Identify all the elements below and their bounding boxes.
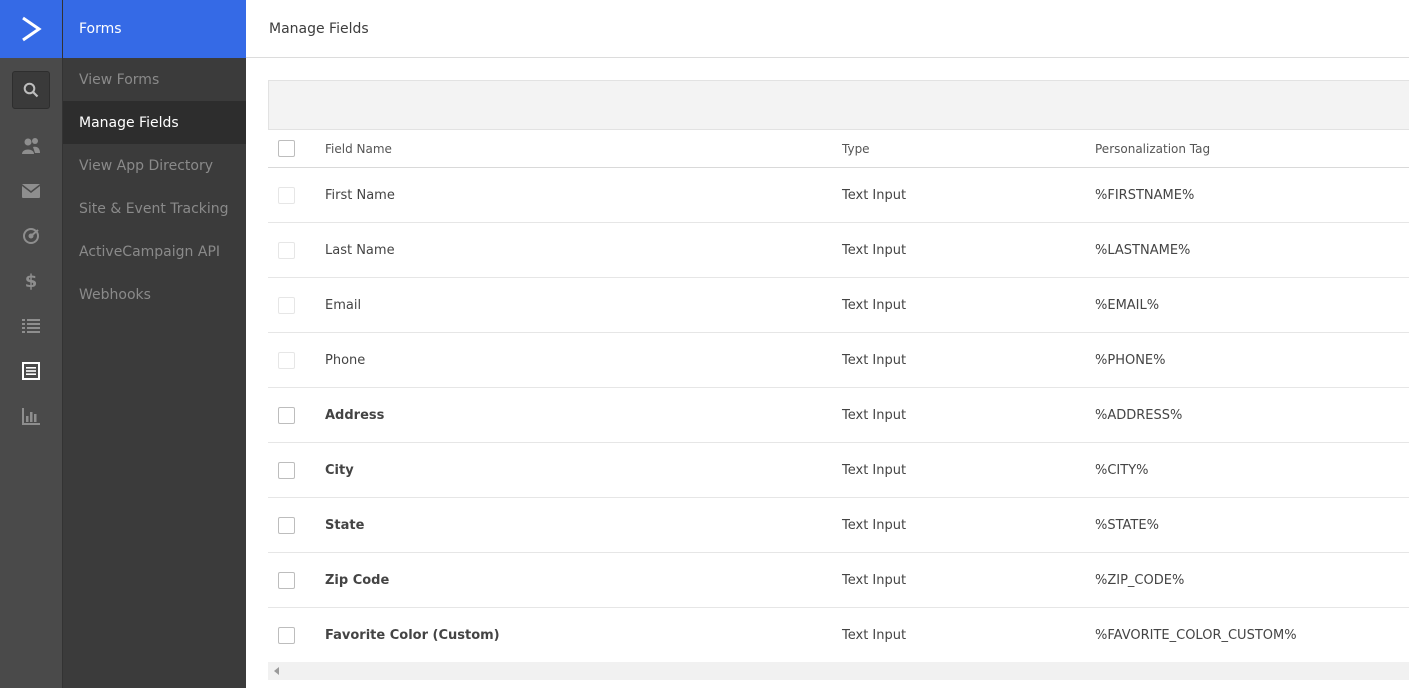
svg-text:$: $ (25, 271, 38, 291)
page-header: Manage Fields (246, 0, 1409, 58)
list-icon[interactable] (0, 313, 62, 339)
row-checkbox (278, 296, 295, 314)
submenu-item-view-forms[interactable]: View Forms (63, 58, 246, 101)
table-row: Email Text Input %EMAIL% (268, 278, 1409, 333)
field-type: Text Input (842, 628, 907, 643)
column-header-field-name[interactable]: Field Name (325, 130, 392, 167)
forms-submenu: Forms View Forms Manage Fields View App … (62, 0, 246, 688)
field-type: Text Input (842, 517, 907, 533)
dollar-icon[interactable]: $ (0, 268, 62, 294)
field-name: First Name (325, 187, 395, 203)
table-row[interactable]: Favorite Color (Custom) Text Input %FAVO… (268, 608, 1409, 663)
submenu-item-activecampaign-api[interactable]: ActiveCampaign API (63, 230, 246, 273)
target-icon[interactable] (0, 223, 62, 249)
reports-icon[interactable] (0, 403, 62, 429)
table-row: First Name Text Input %FIRSTNAME% (268, 168, 1409, 223)
table-row[interactable]: Address Text Input %ADDRESS% (268, 388, 1409, 443)
field-name-link[interactable]: Favorite Color (Custom) (325, 608, 500, 663)
field-type: Text Input (842, 297, 907, 313)
field-tag: %CITY% (1095, 462, 1149, 478)
table-row: Last Name Text Input %LASTNAME% (268, 223, 1409, 278)
page-title: Manage Fields (269, 20, 369, 37)
field-name: Last Name (325, 242, 395, 258)
logo-icon[interactable] (0, 0, 62, 58)
column-header-type[interactable]: Type (842, 130, 870, 167)
submenu-item-manage-fields[interactable]: Manage Fields (63, 101, 246, 144)
row-checkbox (278, 351, 295, 369)
horizontal-scrollbar[interactable] (268, 662, 1409, 680)
column-header-personalization-tag[interactable]: Personalization Tag (1095, 130, 1210, 167)
field-tag: %PHONE% (1095, 352, 1166, 368)
field-name: Phone (325, 352, 366, 368)
field-tag: %LASTNAME% (1095, 242, 1191, 258)
submenu-item-site-event-tracking[interactable]: Site & Event Tracking (63, 187, 246, 230)
search-icon[interactable] (12, 71, 50, 109)
field-tag: %FAVORITE_COLOR_CUSTOM% (1095, 628, 1297, 643)
submenu-item-view-app-directory[interactable]: View App Directory (63, 144, 246, 187)
table-row[interactable]: Zip Code Text Input %ZIP_CODE% (268, 553, 1409, 608)
main-content: Manage Fields Field Name Type Personaliz… (246, 0, 1409, 688)
fields-table: Field Name Type Personalization Tag Firs… (268, 130, 1409, 663)
scroll-left-icon[interactable] (268, 662, 286, 680)
field-tag: %ADDRESS% (1095, 407, 1183, 423)
field-type: Text Input (842, 352, 907, 368)
row-checkbox[interactable] (278, 571, 295, 589)
row-checkbox (278, 186, 295, 204)
field-tag: %STATE% (1095, 517, 1159, 533)
row-checkbox[interactable] (278, 461, 295, 479)
forms-icon[interactable] (0, 358, 62, 384)
field-name-link[interactable]: Address (325, 388, 384, 442)
mail-icon[interactable] (0, 178, 62, 204)
table-toolbar (268, 80, 1409, 130)
table-row: Phone Text Input %PHONE% (268, 333, 1409, 388)
table-header-row: Field Name Type Personalization Tag (268, 130, 1409, 168)
table-row[interactable]: City Text Input %CITY% (268, 443, 1409, 498)
field-tag: %ZIP_CODE% (1095, 572, 1185, 588)
row-checkbox[interactable] (278, 516, 295, 534)
icon-rail: $ (0, 0, 62, 688)
select-all-checkbox[interactable] (278, 140, 295, 157)
field-name: Email (325, 297, 362, 313)
app-root: $ Forms View Forms Manage Fields View Ap… (0, 0, 1409, 688)
row-checkbox (278, 241, 295, 259)
field-type: Text Input (842, 572, 907, 588)
submenu-item-webhooks[interactable]: Webhooks (63, 273, 246, 316)
submenu-title: Forms (63, 0, 246, 58)
field-tag: %FIRSTNAME% (1095, 187, 1195, 203)
field-name-link[interactable]: City (325, 443, 354, 497)
row-checkbox[interactable] (278, 406, 295, 424)
field-name-link[interactable]: State (325, 498, 364, 552)
field-type: Text Input (842, 407, 907, 423)
contacts-icon[interactable] (0, 133, 62, 159)
table-row[interactable]: State Text Input %STATE% (268, 498, 1409, 553)
field-name-link[interactable]: Zip Code (325, 553, 389, 607)
field-type: Text Input (842, 242, 907, 258)
field-tag: %EMAIL% (1095, 297, 1160, 313)
field-type: Text Input (842, 462, 907, 478)
field-type: Text Input (842, 187, 907, 203)
row-checkbox[interactable] (278, 627, 295, 644)
